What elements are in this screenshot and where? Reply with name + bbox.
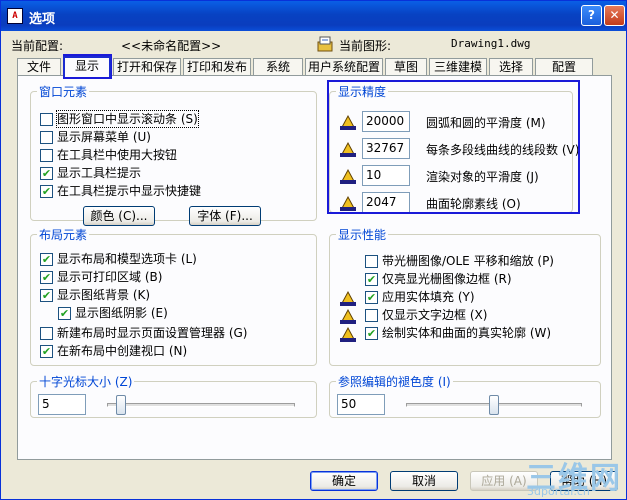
tab-system[interactable]: 系统 [253, 58, 303, 76]
paper-background-checkbox[interactable]: ✔ [40, 289, 53, 302]
layout-elements-legend: 布局元素 [39, 228, 88, 242]
title-bar[interactable]: A 选项 ? ✕ [1, 1, 626, 31]
window-elements-group: 窗口元素 图形窗口中显示滚动条 (S) 显示屏幕菜单 (U) 在工具栏中使用大按… [30, 83, 317, 226]
current-profile-label: 当前配置: [11, 39, 64, 53]
scrollbars-checkbox[interactable] [40, 113, 53, 126]
printable-area-checkbox[interactable]: ✔ [40, 271, 53, 284]
raster-pan-zoom-label: 带光栅图像/OLE 平移和缩放 (P) [382, 254, 554, 268]
large-buttons-checkbox[interactable] [40, 149, 53, 162]
page-setup-manager-checkbox[interactable] [40, 327, 53, 340]
shortcut-keys-label: 在工具栏提示中显示快捷键 [57, 184, 202, 198]
tooltips-checkbox[interactable]: ✔ [40, 167, 53, 180]
tab-files[interactable]: 文件 [17, 58, 61, 76]
true-silhouettes-label: 绘制实体和曲面的真实轮廓 (W) [382, 326, 552, 340]
text-frame-checkbox[interactable] [365, 309, 378, 322]
cancel-button[interactable]: 取消 [390, 471, 458, 491]
xref-fade-slider-thumb[interactable] [489, 395, 499, 415]
solid-fill-label: 应用实体填充 (Y) [382, 290, 475, 304]
current-profile-value: <<未命名配置>> [121, 39, 222, 53]
tab-display[interactable]: 显示 [63, 56, 111, 77]
screen-menu-checkbox[interactable] [40, 131, 53, 144]
colors-button[interactable]: 颜色 (C)... [83, 206, 155, 226]
paper-shadow-label: 显示图纸阴影 (E) [75, 306, 168, 320]
true-silhouettes-checkbox[interactable]: ✔ [365, 327, 378, 340]
config-info-row: 当前配置: <<未命名配置>> 当前图形: Drawing1.dwg [1, 36, 626, 55]
crosshair-slider-thumb[interactable] [115, 395, 126, 415]
screen-menu-label: 显示屏幕菜单 (U) [57, 130, 151, 144]
solid-fill-checkbox[interactable]: ✔ [365, 291, 378, 304]
layout-tabs-checkbox[interactable]: ✔ [40, 253, 53, 266]
display-performance-group: 显示性能 带光栅图像/OLE 平移和缩放 (P) ✔ 仅亮显光栅图像边框 (R) … [329, 226, 601, 366]
paper-shadow-checkbox[interactable]: ✔ [58, 307, 71, 320]
fonts-button[interactable]: 字体 (F)... [189, 206, 261, 226]
watermark-site: 3dportal.cn [527, 485, 590, 498]
text-frame-label: 仅显示文字边框 (X) [382, 308, 488, 322]
printable-area-label: 显示可打印区域 (B) [57, 270, 163, 284]
tab-drafting[interactable]: 草图 [385, 58, 427, 76]
tab-open-save[interactable]: 打开和保存 [113, 58, 181, 76]
tooltips-label: 显示工具栏提示 [57, 166, 142, 180]
create-viewport-checkbox[interactable]: ✔ [40, 345, 53, 358]
autocad-app-icon: A [7, 8, 23, 24]
drawing-setting-icon [339, 307, 357, 325]
help-title-button[interactable]: ? [581, 5, 602, 26]
window-title: 选项 [29, 12, 56, 27]
display-resolution-highlight-frame [327, 80, 580, 214]
raster-pan-zoom-checkbox[interactable] [365, 255, 378, 268]
options-dialog: A 选项 ? ✕ 当前配置: <<未命名配置>> 当前图形: Drawing1.… [0, 0, 627, 500]
tab-user-preferences[interactable]: 用户系统配置 [305, 58, 383, 76]
create-viewport-label: 在新布局中创建视口 (N) [57, 344, 188, 358]
tab-profiles[interactable]: 配置 [535, 58, 593, 76]
close-button[interactable]: ✕ [604, 5, 625, 26]
layout-elements-group: 布局元素 ✔ 显示布局和模型选项卡 (L) ✔ 显示可打印区域 (B) ✔ 显示图纸背… [30, 226, 317, 366]
shortcut-keys-checkbox[interactable]: ✔ [40, 185, 53, 198]
tab-plot-publish[interactable]: 打印和发布 [183, 58, 251, 76]
drawing-icon [317, 36, 333, 52]
xref-fade-input[interactable]: 50 [337, 394, 385, 415]
xref-fade-group: 参照编辑的褪色度 (I) 50 [329, 373, 601, 418]
crosshair-size-input[interactable]: 5 [38, 394, 86, 415]
layout-tabs-label: 显示布局和模型选项卡 (L) [57, 252, 197, 266]
ok-button[interactable]: 确定 [310, 471, 378, 491]
page-setup-manager-label: 新建布局时显示页面设置管理器 (G) [57, 326, 248, 340]
xref-fade-legend: 参照编辑的褪色度 (I) [338, 375, 451, 389]
large-buttons-label: 在工具栏中使用大按钮 [57, 148, 178, 162]
raster-frame-checkbox[interactable]: ✔ [365, 273, 378, 286]
tab-selection[interactable]: 选择 [489, 58, 533, 76]
tab-3d-modeling[interactable]: 三维建模 [429, 58, 487, 76]
display-performance-legend: 显示性能 [338, 228, 387, 242]
crosshair-slider-track[interactable] [107, 403, 295, 407]
current-drawing-label: 当前图形: [339, 39, 392, 53]
current-drawing-value: Drawing1.dwg [451, 37, 531, 50]
drawing-setting-icon [339, 325, 357, 343]
paper-background-label: 显示图纸背景 (K) [57, 288, 151, 302]
raster-frame-label: 仅亮显光栅图像边框 (R) [382, 272, 512, 286]
crosshair-size-group: 十字光标大小 (Z) 5 [30, 373, 317, 418]
drawing-setting-icon [339, 289, 357, 307]
window-elements-legend: 窗口元素 [39, 85, 88, 99]
scrollbars-label: 图形窗口中显示滚动条 (S) [56, 110, 199, 128]
crosshair-size-legend: 十字光标大小 (Z) [39, 375, 133, 389]
